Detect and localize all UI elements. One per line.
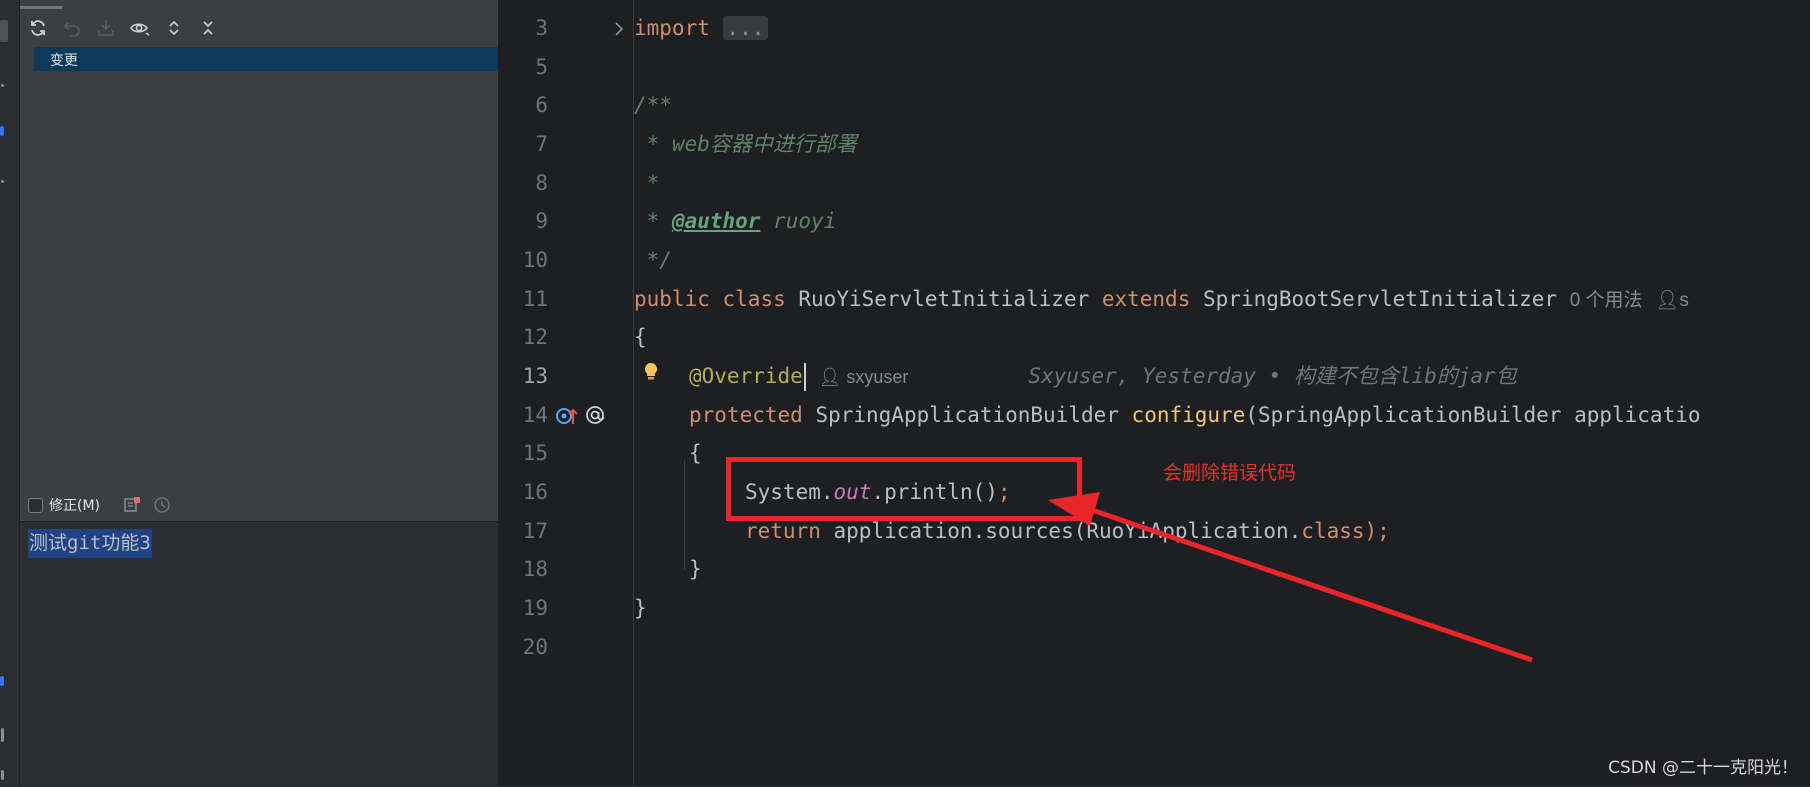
watermark: CSDN @二十一克阳光！ xyxy=(1608,758,1798,778)
annotation-arrow xyxy=(1048,492,1533,663)
